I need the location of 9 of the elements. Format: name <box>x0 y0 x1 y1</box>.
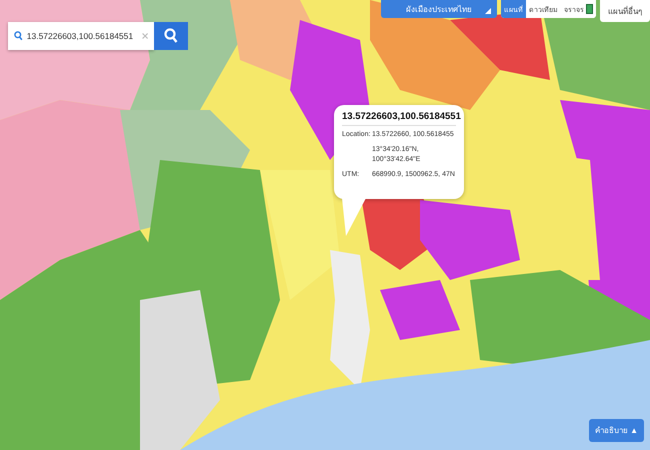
layer-dropdown[interactable]: ผังเมืองประเทศไทย <box>381 0 497 18</box>
search-button[interactable] <box>154 22 188 50</box>
search-icon <box>164 28 178 44</box>
caret-icon <box>485 8 491 14</box>
search-input[interactable]: 13.57226603,100.56184551 <box>26 31 138 41</box>
search-field[interactable]: 13.57226603,100.56184551 <box>8 22 154 50</box>
popup-title: 13.57226603,100.56184551 <box>342 111 461 122</box>
legend-button[interactable]: คำอธิบาย ▲ <box>588 419 644 442</box>
other-maps-button[interactable]: แผนที่อื่นๆ <box>600 0 650 22</box>
